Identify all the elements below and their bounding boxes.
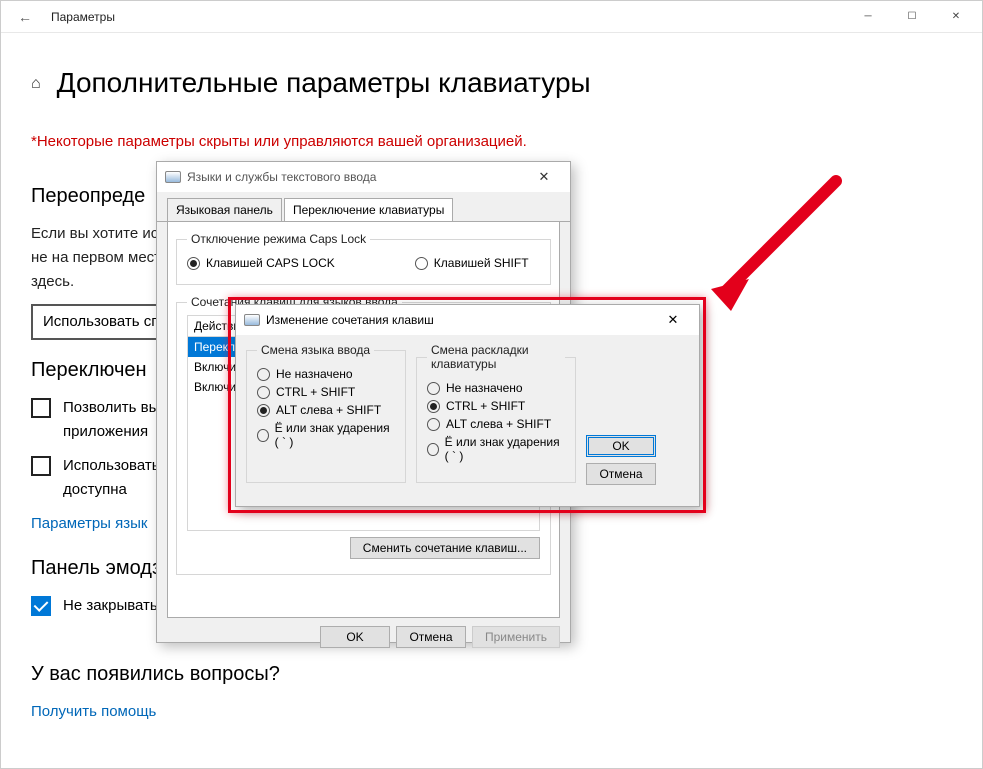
per-app-input-checkbox[interactable]: [31, 398, 51, 418]
keyboard-icon: [165, 171, 181, 183]
dlg1-apply-button[interactable]: Применить: [472, 626, 560, 648]
dlg1-title: Языки и службы текстового ввода: [187, 170, 376, 184]
caps-lock-radio-shift[interactable]: Клавишей SHIFT: [415, 256, 529, 270]
close-button[interactable]: ✕: [934, 3, 978, 31]
home-icon[interactable]: ⌂: [31, 71, 41, 97]
change-shortcut-dialog: Изменение сочетания клавиш ✕ Смена языка…: [235, 304, 700, 507]
dlg1-cancel-button[interactable]: Отмена: [396, 626, 466, 648]
dlg2-cancel-button[interactable]: Отмена: [586, 463, 656, 485]
policy-notice: *Некоторые параметры скрыты или управляю…: [31, 130, 952, 154]
keyboard-layout-legend: Смена раскладки клавиатуры: [427, 343, 565, 371]
layout-radio-none[interactable]: Не назначено: [427, 381, 565, 395]
emoji-panel-checkbox[interactable]: [31, 596, 51, 616]
back-button[interactable]: ←: [5, 9, 45, 25]
dlg2-ok-button[interactable]: OK: [586, 435, 656, 457]
desktop-lang-bar-label: Использоватьдоступна: [63, 454, 160, 502]
minimize-button[interactable]: ─: [846, 3, 890, 31]
lang-radio-alt-shift[interactable]: ALT слева + SHIFT: [257, 403, 395, 417]
input-language-group: Смена языка ввода Не назначено CTRL + SH…: [246, 343, 406, 483]
layout-radio-grave[interactable]: Ё или знак ударения ( ` ): [427, 435, 565, 463]
page-title: Дополнительные параметры клавиатуры: [57, 61, 591, 106]
caps-lock-radio-capslock[interactable]: Клавишей CAPS LOCK: [187, 256, 335, 270]
desktop-lang-bar-checkbox[interactable]: [31, 456, 51, 476]
window-controls: ─ ☐ ✕: [846, 3, 978, 31]
dlg1-ok-button[interactable]: OK: [320, 626, 390, 648]
dlg2-close-button[interactable]: ✕: [655, 312, 691, 328]
dlg1-close-button[interactable]: ✕: [526, 169, 562, 185]
dlg2-title: Изменение сочетания клавиш: [266, 313, 434, 327]
titlebar: ← Параметры ─ ☐ ✕: [1, 1, 982, 33]
keyboard-layout-group: Смена раскладки клавиатуры Не назначено …: [416, 343, 576, 483]
dlg1-titlebar[interactable]: Языки и службы текстового ввода ✕: [157, 162, 570, 192]
tab-language-bar[interactable]: Языковая панель: [167, 198, 282, 221]
lang-radio-none[interactable]: Не назначено: [257, 367, 395, 381]
keyboard-icon: [244, 314, 260, 326]
input-language-legend: Смена языка ввода: [257, 343, 374, 357]
caps-lock-legend: Отключение режима Caps Lock: [187, 232, 370, 246]
dlg1-tabs: Языковая панель Переключение клавиатуры: [157, 192, 570, 222]
change-shortcut-button[interactable]: Сменить сочетание клавиш...: [350, 537, 540, 559]
per-app-input-label: Позволить выбприложения: [63, 396, 168, 444]
lang-radio-ctrl-shift[interactable]: CTRL + SHIFT: [257, 385, 395, 399]
get-help-link[interactable]: Получить помощь: [31, 700, 952, 724]
dlg2-titlebar[interactable]: Изменение сочетания клавиш ✕: [236, 305, 699, 335]
maximize-button[interactable]: ☐: [890, 3, 934, 31]
caps-lock-group: Отключение режима Caps Lock Клавишей CAP…: [176, 232, 551, 285]
help-heading: У вас появились вопросы?: [31, 658, 952, 690]
window-title: Параметры: [51, 10, 115, 24]
lang-radio-grave[interactable]: Ё или знак ударения ( ` ): [257, 421, 395, 449]
tab-keyboard-switching[interactable]: Переключение клавиатуры: [284, 198, 453, 221]
layout-radio-ctrl-shift[interactable]: CTRL + SHIFT: [427, 399, 565, 413]
layout-radio-alt-shift[interactable]: ALT слева + SHIFT: [427, 417, 565, 431]
